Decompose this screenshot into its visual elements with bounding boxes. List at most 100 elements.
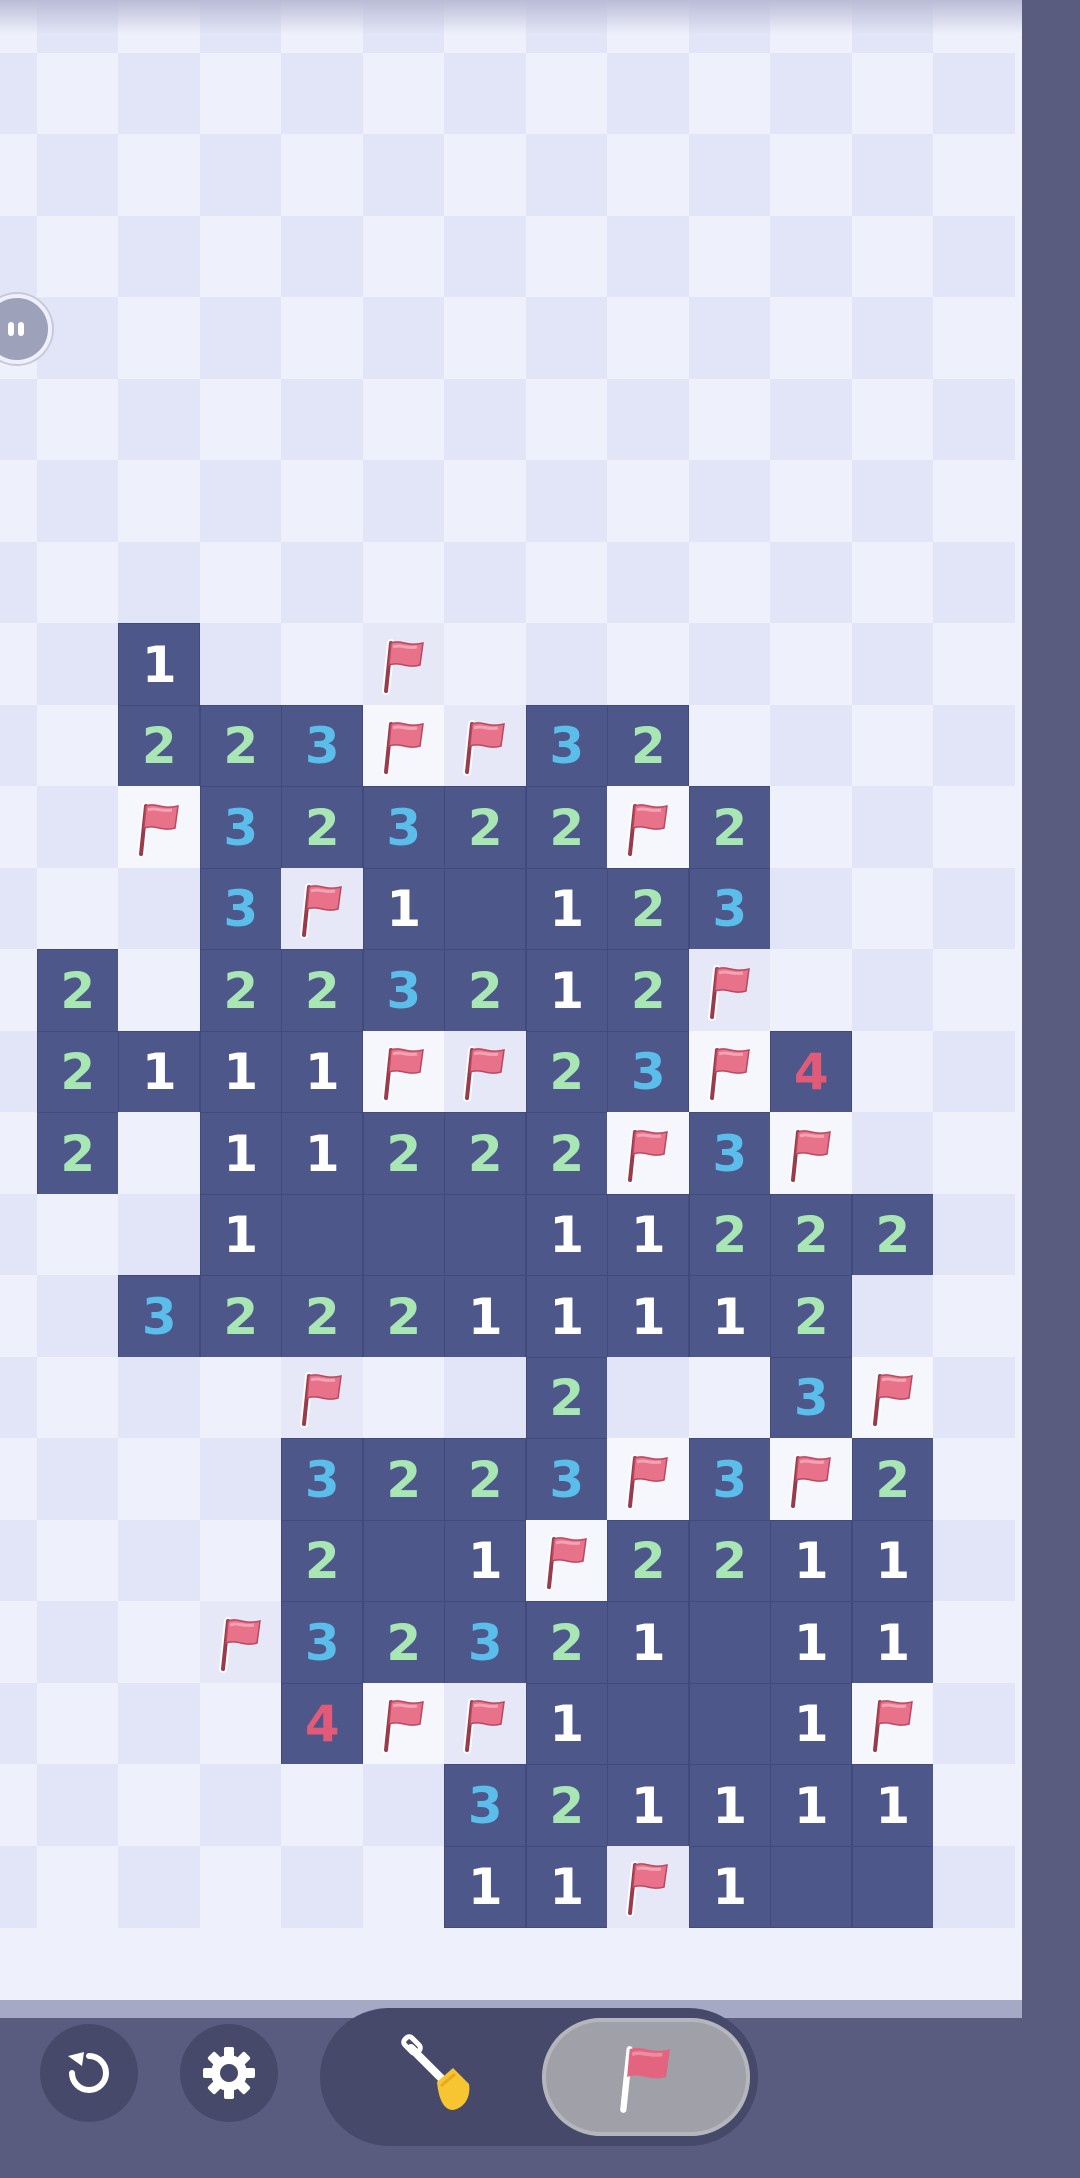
flagged-cell[interactable] [118, 786, 201, 869]
hidden-cell[interactable] [118, 541, 201, 625]
hidden-cell[interactable] [118, 1519, 201, 1603]
hidden-cell[interactable] [525, 460, 608, 543]
hidden-cell[interactable] [362, 378, 445, 462]
hidden-cell[interactable] [933, 1112, 1016, 1195]
restart-button[interactable] [40, 2024, 138, 2122]
hidden-cell[interactable] [770, 378, 853, 462]
hidden-cell[interactable] [933, 1845, 1016, 1929]
hidden-cell[interactable] [36, 1356, 119, 1440]
hidden-cell[interactable] [118, 215, 201, 299]
hidden-cell[interactable] [36, 1845, 119, 1929]
hidden-cell[interactable] [36, 1438, 119, 1521]
hidden-cell[interactable] [0, 0, 38, 54]
hidden-cell[interactable] [199, 297, 282, 380]
revealed-cell[interactable]: 2 [525, 1356, 608, 1440]
hidden-cell[interactable] [36, 378, 119, 462]
hidden-cell[interactable] [607, 460, 690, 543]
revealed-cell[interactable]: 1 [118, 623, 201, 706]
hidden-cell[interactable] [281, 297, 364, 380]
hidden-cell[interactable] [199, 1438, 282, 1521]
flagged-cell[interactable] [444, 1030, 527, 1114]
hidden-cell[interactable] [0, 1193, 38, 1277]
hidden-cell[interactable] [607, 378, 690, 462]
hidden-cell[interactable] [199, 1682, 282, 1766]
hidden-cell[interactable] [36, 460, 119, 543]
hidden-cell[interactable] [933, 1601, 1016, 1684]
hidden-cell[interactable] [688, 215, 771, 299]
hidden-cell[interactable] [933, 541, 1016, 625]
revealed-cell[interactable]: 4 [770, 1030, 853, 1114]
revealed-cell[interactable]: 2 [199, 704, 282, 788]
revealed-cell[interactable] [688, 1601, 771, 1684]
hidden-cell[interactable] [444, 623, 527, 706]
flagged-cell[interactable] [281, 1356, 364, 1440]
hidden-cell[interactable] [36, 1519, 119, 1603]
hidden-cell[interactable] [118, 1845, 201, 1929]
hidden-cell[interactable] [851, 52, 934, 136]
revealed-cell[interactable]: 1 [525, 867, 608, 951]
minesweeper-board[interactable]: 1223323232223112322232122111234211222311… [0, 0, 1022, 2018]
hidden-cell[interactable] [525, 541, 608, 625]
hidden-cell[interactable] [0, 786, 38, 869]
hidden-cell[interactable] [688, 52, 771, 136]
hidden-cell[interactable] [199, 1519, 282, 1603]
revealed-cell[interactable]: 3 [362, 949, 445, 1032]
revealed-cell[interactable]: 2 [770, 1193, 853, 1277]
hidden-cell[interactable] [444, 460, 527, 543]
hidden-cell[interactable] [933, 215, 1016, 299]
hidden-cell[interactable] [688, 378, 771, 462]
hidden-cell[interactable] [118, 52, 201, 136]
hidden-cell[interactable] [362, 52, 445, 136]
hidden-cell[interactable] [199, 378, 282, 462]
hidden-cell[interactable] [0, 1112, 38, 1195]
revealed-cell[interactable]: 2 [444, 1112, 527, 1195]
revealed-cell[interactable]: 3 [607, 1030, 690, 1114]
hidden-cell[interactable] [933, 1356, 1016, 1440]
flagged-cell[interactable] [525, 1519, 608, 1603]
revealed-cell[interactable]: 2 [607, 704, 690, 788]
revealed-cell[interactable]: 1 [851, 1519, 934, 1603]
flagged-cell[interactable] [281, 867, 364, 951]
hidden-cell[interactable] [933, 1438, 1016, 1521]
revealed-cell[interactable]: 2 [362, 1112, 445, 1195]
revealed-cell[interactable]: 1 [199, 1193, 282, 1277]
revealed-cell[interactable]: 3 [770, 1356, 853, 1440]
flagged-cell[interactable] [362, 623, 445, 706]
hidden-cell[interactable] [851, 0, 934, 54]
hidden-cell[interactable] [36, 134, 119, 217]
hidden-cell[interactable] [770, 460, 853, 543]
revealed-cell[interactable]: 3 [444, 1764, 527, 1847]
revealed-cell[interactable]: 3 [444, 1601, 527, 1684]
revealed-cell[interactable]: 2 [36, 949, 119, 1032]
revealed-cell[interactable] [851, 1845, 934, 1929]
hidden-cell[interactable] [118, 1438, 201, 1521]
revealed-cell[interactable]: 1 [444, 1845, 527, 1929]
hidden-cell[interactable] [199, 541, 282, 625]
revealed-cell[interactable]: 1 [525, 1845, 608, 1929]
flagged-cell[interactable] [607, 1112, 690, 1195]
revealed-cell[interactable]: 1 [770, 1682, 853, 1766]
hidden-cell[interactable] [0, 378, 38, 462]
flagged-cell[interactable] [770, 1438, 853, 1521]
revealed-cell[interactable]: 1 [688, 1764, 771, 1847]
revealed-cell[interactable]: 1 [851, 1764, 934, 1847]
hidden-cell[interactable] [0, 541, 38, 625]
hidden-cell[interactable] [36, 704, 119, 788]
hidden-cell[interactable] [851, 378, 934, 462]
revealed-cell[interactable] [688, 1682, 771, 1766]
hidden-cell[interactable] [770, 623, 853, 706]
revealed-cell[interactable]: 3 [281, 704, 364, 788]
hidden-cell[interactable] [0, 1764, 38, 1847]
hidden-cell[interactable] [933, 1193, 1016, 1277]
revealed-cell[interactable]: 2 [525, 786, 608, 869]
revealed-cell[interactable]: 2 [199, 1275, 282, 1358]
hidden-cell[interactable] [688, 297, 771, 380]
hidden-cell[interactable] [688, 541, 771, 625]
revealed-cell[interactable]: 1 [607, 1275, 690, 1358]
revealed-cell[interactable]: 2 [444, 1438, 527, 1521]
revealed-cell[interactable]: 2 [607, 1519, 690, 1603]
hidden-cell[interactable] [525, 52, 608, 136]
hidden-cell[interactable] [933, 786, 1016, 869]
revealed-cell[interactable]: 3 [199, 786, 282, 869]
revealed-cell[interactable]: 1 [199, 1112, 282, 1195]
